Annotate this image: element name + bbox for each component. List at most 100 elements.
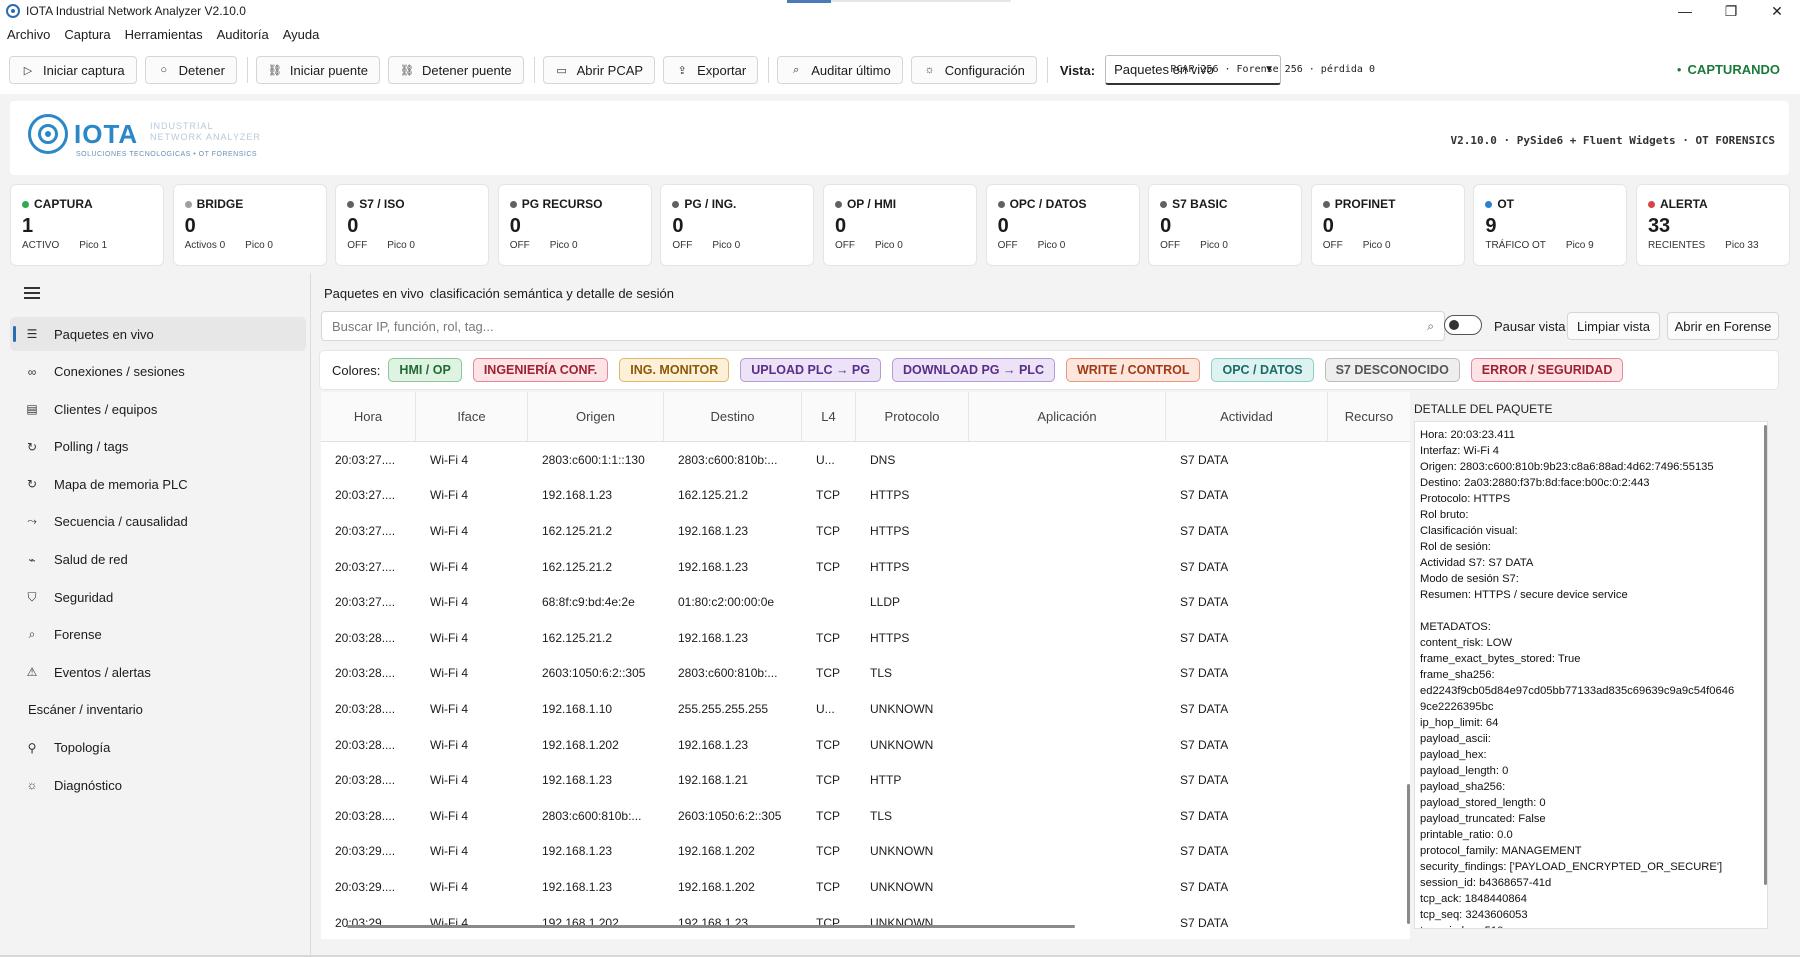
cell-protocolo: UNKNOWN [870,737,934,752]
cell-iface: Wi-Fi 4 [430,666,468,681]
sidebar-item-salud-red[interactable]: ⌁ Salud de red [10,543,306,577]
sidebar-item-eventos[interactable]: ⚠ Eventos / alertas [10,655,306,689]
column-header-origen[interactable]: Origen [528,392,664,441]
open-forensic-button[interactable]: Abrir en Forense [1667,312,1779,340]
clear-view-button[interactable]: Limpiar vista [1567,312,1660,340]
detail-scrollbar[interactable] [1764,425,1767,885]
capture-status-text: PCAP 256 · Forense 256 · pérdida 0 [1170,64,1375,75]
table-row[interactable]: 20:03:27.... Wi-Fi 4 68:8f:c9:bd:4e:2e 01:8… [321,584,1410,620]
cell-actividad: S7 DATA [1180,666,1229,681]
toolbar-separator [246,57,248,83]
table-row[interactable]: 20:03:29.... Wi-Fi 4 192.168.1.202 192.168.… [321,905,1410,939]
stop-bridge-button[interactable]: ⛓ Detener puente [387,56,524,84]
card-pg-recurso: PG RECURSO 0 OFF Pico 0 [497,184,652,266]
sidebar-item-seguridad[interactable]: ⛉ Seguridad [10,580,306,614]
cell-iface: Wi-Fi 4 [430,523,468,538]
export-icon: ⇪ [677,64,687,77]
cell-origen: 192.168.1.23 [542,488,613,503]
chip-hmi-op: HMI / OP [388,358,462,382]
table-row[interactable]: 20:03:29.... Wi-Fi 4 192.168.1.23 192.168.1… [321,869,1410,905]
refresh-icon: ↻ [26,439,38,454]
configuration-button[interactable]: ☼ Configuración [910,56,1037,84]
close-icon[interactable]: ✕ [1754,0,1800,22]
pause-view-toggle[interactable] [1444,315,1482,335]
packets-table: Hora Iface Origen Destino L4 Protocolo A… [321,392,1410,939]
table-row[interactable]: 20:03:27.... Wi-Fi 4 162.125.21.2 192.168.1… [321,513,1410,549]
sidebar-item-topologia[interactable]: ⚲ Topología [10,731,306,765]
cell-protocolo: UNKNOWN [870,844,934,859]
sidebar-item-conexiones[interactable]: ∞ Conexiones / sesiones [10,355,306,389]
sidebar-item-secuencia[interactable]: ⤳ Secuencia / causalidad [10,505,306,539]
minimize-icon[interactable]: — [1662,0,1708,22]
detail-line: tcp_ack: 1848440864 [1420,893,1527,905]
table-row[interactable]: 20:03:28.... Wi-Fi 4 192.168.1.10 255.255.2… [321,691,1410,727]
cell-destino: 2803:c600:810b:... [678,666,778,681]
cell-actividad: S7 DATA [1180,773,1229,788]
column-header-iface[interactable]: Iface [416,392,528,441]
sidebar-item-mapa-memoria[interactable]: ↻ Mapa de memoria PLC [10,467,306,501]
menu-ayuda[interactable]: Ayuda [283,27,320,42]
detail-line: payload_ascii: [1420,733,1491,745]
detail-line: session_id: b4368657-41d [1420,877,1552,889]
sidebar-item-forense[interactable]: ⌕ Forense [10,618,306,652]
cell-origen: 192.168.1.23 [542,773,613,788]
stop-button[interactable]: ○ Detener [144,56,237,84]
start-bridge-button[interactable]: ⛓ Iniciar puente [255,56,380,84]
cell-actividad: S7 DATA [1180,523,1229,538]
menu-captura[interactable]: Captura [64,27,110,42]
column-header-destino[interactable]: Destino [664,392,802,441]
open-pcap-button[interactable]: ▭ Abrir PCAP [542,56,656,84]
table-row[interactable]: 20:03:28.... Wi-Fi 4 192.168.1.23 192.168.1… [321,762,1410,798]
card-alerta: ALERTA 33 RECIENTES Pico 33 [1635,184,1790,266]
packet-detail-panel[interactable]: Hora: 20:03:23.411 Interfaz: Wi-Fi 4 Orige… [1414,421,1768,929]
table-row[interactable]: 20:03:29.... Wi-Fi 4 192.168.1.23 192.168.1… [321,834,1410,870]
cell-l4: TCP [816,488,840,503]
table-horizontal-scrollbar[interactable] [347,925,1075,928]
sidebar-item-clientes[interactable]: ▤ Clientes / equipos [10,392,306,426]
table-row[interactable]: 20:03:27.... Wi-Fi 4 162.125.21.2 192.168.1… [321,549,1410,585]
column-header-aplicacion[interactable]: Aplicación [969,392,1166,441]
table-row[interactable]: 20:03:28.... Wi-Fi 4 162.125.21.2 192.168.1… [321,620,1410,656]
table-row[interactable]: 20:03:27.... Wi-Fi 4 2803:c600:1:1::130 280… [321,442,1410,478]
table-row[interactable]: 20:03:28.... Wi-Fi 4 2803:c600:810b:... 260… [321,798,1410,834]
cell-iface: Wi-Fi 4 [430,559,468,574]
iota-logo-icon [28,114,68,154]
detail-line: Destino: 2a03:2880:f37b:8d:face:b00c:0:2… [1420,477,1650,489]
sidebar-item-diagnostico[interactable]: ☼ Diagnóstico [10,768,306,802]
column-header-protocolo[interactable]: Protocolo [856,392,969,441]
card-s7-iso: S7 / ISO 0 OFF Pico 0 [335,184,490,266]
table-row[interactable]: 20:03:28.... Wi-Fi 4 192.168.1.202 192.168.… [321,727,1410,763]
table-row[interactable]: 20:03:27.... Wi-Fi 4 192.168.1.23 162.125.2… [321,478,1410,514]
detail-line: 9ce2226395bc [1420,701,1494,713]
detail-line: Clasificación visual: [1420,525,1518,537]
maximize-icon[interactable]: ❐ [1708,0,1754,22]
table-row[interactable]: 20:03:28.... Wi-Fi 4 2603:1050:6:2::305 280… [321,656,1410,692]
menu-archivo[interactable]: Archivo [7,27,50,42]
search-input[interactable]: Buscar IP, función, rol, tag... ⌕ [321,311,1445,341]
start-capture-button[interactable]: ▷ Iniciar captura [9,56,137,84]
cell-l4: TCP [816,879,840,894]
menu-herramientas[interactable]: Herramientas [125,27,203,42]
menu-auditoria[interactable]: Auditoría [217,27,269,42]
cell-actividad: S7 DATA [1180,808,1229,823]
export-button[interactable]: ⇪ Exportar [663,56,759,84]
hamburger-menu-icon[interactable] [24,287,40,299]
detail-line: ip_hop_limit: 64 [1420,717,1499,729]
cell-hora: 20:03:29.... [335,879,396,894]
cell-l4: TCP [816,666,840,681]
cell-actividad: S7 DATA [1180,452,1229,467]
app-icon [6,4,20,18]
detail-line: tcp_window: 510 [1420,923,1767,928]
table-vertical-scrollbar[interactable] [1407,784,1410,924]
column-header-hora[interactable]: Hora [321,392,416,441]
sidebar-item-polling[interactable]: ↻ Polling / tags [10,430,306,464]
column-header-l4[interactable]: L4 [802,392,856,441]
audit-last-button[interactable]: ⌕ Auditar último [777,56,903,84]
column-header-recurso[interactable]: Recurso [1328,392,1410,441]
sidebar-item-escaner[interactable]: Escáner / inventario [10,693,306,727]
cell-iface: Wi-Fi 4 [430,630,468,645]
cell-hora: 20:03:28.... [335,630,396,645]
sidebar-item-paquetes[interactable]: ☰ Paquetes en vivo [10,317,306,351]
cell-destino: 192.168.1.21 [678,773,749,788]
column-header-actividad[interactable]: Actividad [1166,392,1328,441]
